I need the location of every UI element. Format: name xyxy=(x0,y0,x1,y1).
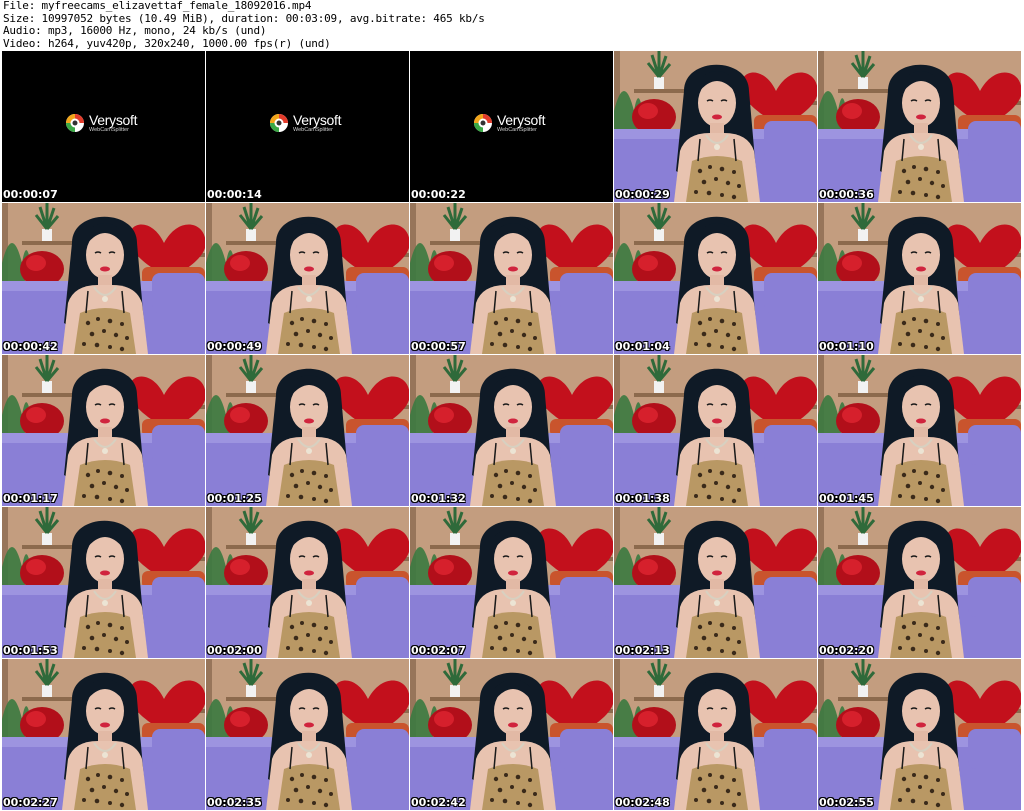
verysoft-logo: Verysoft WebCamSplitter xyxy=(65,113,137,134)
video-thumbnail: 00:02:42 xyxy=(410,659,613,810)
timestamp-label: 00:02:00 xyxy=(207,644,262,657)
webcam-frame-image xyxy=(2,355,205,506)
timestamp-label: 00:02:27 xyxy=(3,796,58,809)
webcam-frame-image xyxy=(410,507,613,658)
webcam-frame-image xyxy=(818,355,1021,506)
webcam-frame-image xyxy=(206,355,409,506)
webcam-logo-icon xyxy=(474,114,492,133)
verysoft-logo: Verysoft WebCamSplitter xyxy=(473,113,545,134)
video-thumbnail: 00:01:45 xyxy=(818,355,1021,506)
webcam-logo-icon xyxy=(66,114,84,133)
timestamp-label: 00:00:07 xyxy=(3,188,58,201)
webcam-frame-image xyxy=(410,659,613,810)
video-thumbnail: Verysoft WebCamSplitter 00:00:14 xyxy=(206,51,409,202)
webcam-frame-image xyxy=(2,507,205,658)
webcam-logo-icon xyxy=(270,114,288,133)
timestamp-label: 00:00:42 xyxy=(3,340,58,353)
timestamp-label: 00:01:25 xyxy=(207,492,262,505)
video-thumbnail: 00:01:25 xyxy=(206,355,409,506)
video-thumbnail: 00:02:00 xyxy=(206,507,409,658)
video-info-line: Video: h264, yuv420p, 320x240, 1000.00 f… xyxy=(3,36,331,50)
video-thumbnail: 00:02:13 xyxy=(614,507,817,658)
timestamp-label: 00:02:42 xyxy=(411,796,466,809)
logo-subtitle: WebCamSplitter xyxy=(89,127,129,133)
video-thumbnail: 00:00:49 xyxy=(206,203,409,354)
logo-name: Verysoft xyxy=(89,112,138,128)
timestamp-label: 00:00:22 xyxy=(411,188,466,201)
thumbnail-grid: Verysoft WebCamSplitter 00:00:07 Verysof… xyxy=(2,51,1022,811)
webcam-frame-image xyxy=(410,203,613,354)
video-thumbnail: 00:01:04 xyxy=(614,203,817,354)
webcam-frame-image xyxy=(2,203,205,354)
video-thumbnail: 00:00:36 xyxy=(818,51,1021,202)
video-thumbnail: 00:01:53 xyxy=(2,507,205,658)
video-thumbnail: 00:02:20 xyxy=(818,507,1021,658)
verysoft-logo: Verysoft WebCamSplitter xyxy=(269,113,341,134)
timestamp-label: 00:02:13 xyxy=(615,644,670,657)
timestamp-label: 00:01:45 xyxy=(819,492,874,505)
timestamp-label: 00:01:53 xyxy=(3,644,58,657)
timestamp-label: 00:01:32 xyxy=(411,492,466,505)
video-thumbnail: 00:00:42 xyxy=(2,203,205,354)
webcam-frame-image xyxy=(206,507,409,658)
video-thumbnail: 00:02:27 xyxy=(2,659,205,810)
webcam-frame-image xyxy=(410,355,613,506)
timestamp-label: 00:00:57 xyxy=(411,340,466,353)
timestamp-label: 00:01:10 xyxy=(819,340,874,353)
webcam-frame-image xyxy=(818,507,1021,658)
video-thumbnail: 00:02:07 xyxy=(410,507,613,658)
video-thumbnail: Verysoft WebCamSplitter 00:00:07 xyxy=(2,51,205,202)
timestamp-label: 00:02:48 xyxy=(615,796,670,809)
webcam-frame-image xyxy=(614,355,817,506)
timestamp-label: 00:01:17 xyxy=(3,492,58,505)
logo-name: Verysoft xyxy=(293,112,342,128)
webcam-frame-image xyxy=(614,203,817,354)
webcam-frame-image xyxy=(614,507,817,658)
video-thumbnail: Verysoft WebCamSplitter 00:00:22 xyxy=(410,51,613,202)
logo-subtitle: WebCamSplitter xyxy=(293,127,333,133)
timestamp-label: 00:02:55 xyxy=(819,796,874,809)
webcam-frame-image xyxy=(206,203,409,354)
video-thumbnail: 00:02:48 xyxy=(614,659,817,810)
timestamp-label: 00:02:35 xyxy=(207,796,262,809)
video-thumbnail: 00:00:57 xyxy=(410,203,613,354)
webcam-frame-image xyxy=(2,659,205,810)
video-thumbnail: 00:01:17 xyxy=(2,355,205,506)
video-thumbnail: 00:01:10 xyxy=(818,203,1021,354)
webcam-frame-image xyxy=(818,659,1021,810)
video-thumbnail: 00:02:55 xyxy=(818,659,1021,810)
timestamp-label: 00:02:20 xyxy=(819,644,874,657)
timestamp-label: 00:00:29 xyxy=(615,188,670,201)
timestamp-label: 00:01:38 xyxy=(615,492,670,505)
video-thumbnail: 00:01:38 xyxy=(614,355,817,506)
timestamp-label: 00:02:07 xyxy=(411,644,466,657)
webcam-frame-image xyxy=(818,203,1021,354)
webcam-frame-image xyxy=(614,659,817,810)
video-thumbnail: 00:00:29 xyxy=(614,51,817,202)
webcam-frame-image xyxy=(614,51,817,202)
timestamp-label: 00:00:14 xyxy=(207,188,262,201)
audio-info-line: Audio: mp3, 16000 Hz, mono, 24 kb/s (und… xyxy=(3,24,267,37)
webcam-frame-image xyxy=(818,51,1021,202)
timestamp-label: 00:00:49 xyxy=(207,340,262,353)
webcam-frame-image xyxy=(206,659,409,810)
file-name-line: File: myfreecams_elizavettaf_female_1809… xyxy=(3,0,312,12)
timestamp-label: 00:01:04 xyxy=(615,340,670,353)
logo-subtitle: WebCamSplitter xyxy=(497,127,537,133)
file-info-header: File: myfreecams_elizavettaf_female_1809… xyxy=(0,0,1024,50)
video-thumbnail: 00:01:32 xyxy=(410,355,613,506)
logo-name: Verysoft xyxy=(497,112,546,128)
timestamp-label: 00:00:36 xyxy=(819,188,874,201)
video-thumbnail: 00:02:35 xyxy=(206,659,409,810)
